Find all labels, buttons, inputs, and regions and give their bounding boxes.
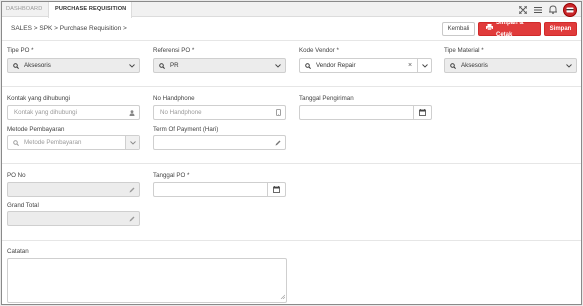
tanggal-po-label: Tanggal PO * <box>153 172 190 179</box>
pencil-icon <box>125 212 139 225</box>
divider <box>2 40 581 41</box>
tab-close-icon[interactable]: × <box>121 2 125 17</box>
kode-vendor-label: Kode Vendor * <box>299 47 339 54</box>
app-window: DASHBOARD PURCHASE REQUISITION × SALES >… <box>1 1 582 305</box>
avatar[interactable] <box>563 2 577 17</box>
printer-icon <box>486 23 493 35</box>
tipe-po-select[interactable]: Aksesoris <box>7 58 140 73</box>
tab-bar: DASHBOARD PURCHASE REQUISITION × <box>2 2 581 18</box>
term-of-payment-label: Term Of Payment (Hari) <box>153 126 219 133</box>
tanggal-pengiriman-input[interactable] <box>299 105 432 120</box>
search-icon <box>303 62 313 69</box>
no-handphone-placeholder: No Handphone <box>160 109 202 116</box>
divider <box>2 163 581 164</box>
tab-dashboard[interactable]: DASHBOARD <box>6 2 42 17</box>
po-no-input <box>7 182 140 197</box>
chevron-down-icon[interactable] <box>125 136 139 149</box>
term-of-payment-input[interactable] <box>153 135 286 150</box>
calendar-icon[interactable] <box>413 106 431 119</box>
user-icon <box>125 106 139 119</box>
bell-icon[interactable] <box>548 5 557 14</box>
catatan-textarea[interactable] <box>7 258 287 303</box>
metode-pembayaran-select[interactable]: Metode Pembayaran <box>7 135 140 150</box>
clear-icon[interactable]: × <box>403 59 417 72</box>
kode-vendor-value: Vendor Repair <box>316 62 356 69</box>
save-print-label: Simpan & Cetak <box>496 20 524 38</box>
chevron-down-icon[interactable] <box>125 59 139 72</box>
referensi-po-select[interactable]: PR <box>153 58 286 73</box>
save-button[interactable]: Simpan <box>544 22 577 36</box>
tanggal-pengiriman-label: Tanggal Pengiriman <box>299 95 354 102</box>
calendar-icon[interactable] <box>267 183 285 196</box>
search-icon <box>11 62 21 69</box>
chevron-down-icon[interactable] <box>271 59 285 72</box>
tipe-material-label: Tipe Material * <box>444 47 484 54</box>
tanggal-po-input[interactable] <box>153 182 286 197</box>
chevron-down-icon[interactable] <box>562 59 576 72</box>
catatan-label: Catatan <box>7 248 29 255</box>
metode-pembayaran-placeholder: Metode Pembayaran <box>24 139 82 146</box>
po-no-label: PO No <box>7 172 26 179</box>
tipe-po-label: Tipe PO * <box>7 47 34 54</box>
kontak-placeholder: Kontak yang dihubungi <box>14 109 77 116</box>
tab-label: PURCHASE REQUISITION <box>55 6 127 12</box>
expand-icon[interactable] <box>518 5 527 14</box>
tab-purchase-requisition[interactable]: PURCHASE REQUISITION × <box>48 2 132 18</box>
divider <box>2 86 581 87</box>
tipe-material-select[interactable]: Aksesoris <box>444 58 577 73</box>
search-icon <box>11 139 21 146</box>
header-icons <box>518 2 577 17</box>
action-buttons: Kembali Simpan & Cetak Simpan <box>442 20 577 38</box>
grand-total-label: Grand Total <box>7 202 39 209</box>
breadcrumb: SALES > SPK > Purchase Requisition > <box>11 25 127 32</box>
metode-pembayaran-label: Metode Pembayaran <box>7 126 65 133</box>
kode-vendor-select[interactable]: Vendor Repair × <box>299 58 432 73</box>
referensi-po-label: Referensi PO * <box>153 47 195 54</box>
divider <box>2 240 581 241</box>
pencil-icon <box>125 183 139 196</box>
tipe-po-value: Aksesoris <box>24 62 51 69</box>
kontak-input[interactable]: Kontak yang dihubungi <box>7 105 140 120</box>
save-print-button[interactable]: Simpan & Cetak <box>478 20 541 38</box>
no-handphone-label: No Handphone <box>153 95 195 102</box>
search-icon <box>157 62 167 69</box>
pencil-icon <box>271 136 285 149</box>
save-button-label: Simpan <box>549 26 572 32</box>
kontak-label: Kontak yang dihubungi <box>7 95 70 102</box>
menu-icon[interactable] <box>533 5 542 14</box>
tipe-material-value: Aksesoris <box>461 62 488 69</box>
resize-handle-icon[interactable] <box>280 294 286 301</box>
no-handphone-input[interactable]: No Handphone <box>153 105 286 120</box>
grand-total-input <box>7 211 140 226</box>
referensi-po-value: PR <box>170 62 179 69</box>
back-button[interactable]: Kembali <box>442 22 475 36</box>
search-icon <box>448 62 458 69</box>
chevron-down-icon[interactable] <box>417 59 431 72</box>
phone-icon <box>271 106 285 119</box>
back-button-label: Kembali <box>447 26 470 32</box>
